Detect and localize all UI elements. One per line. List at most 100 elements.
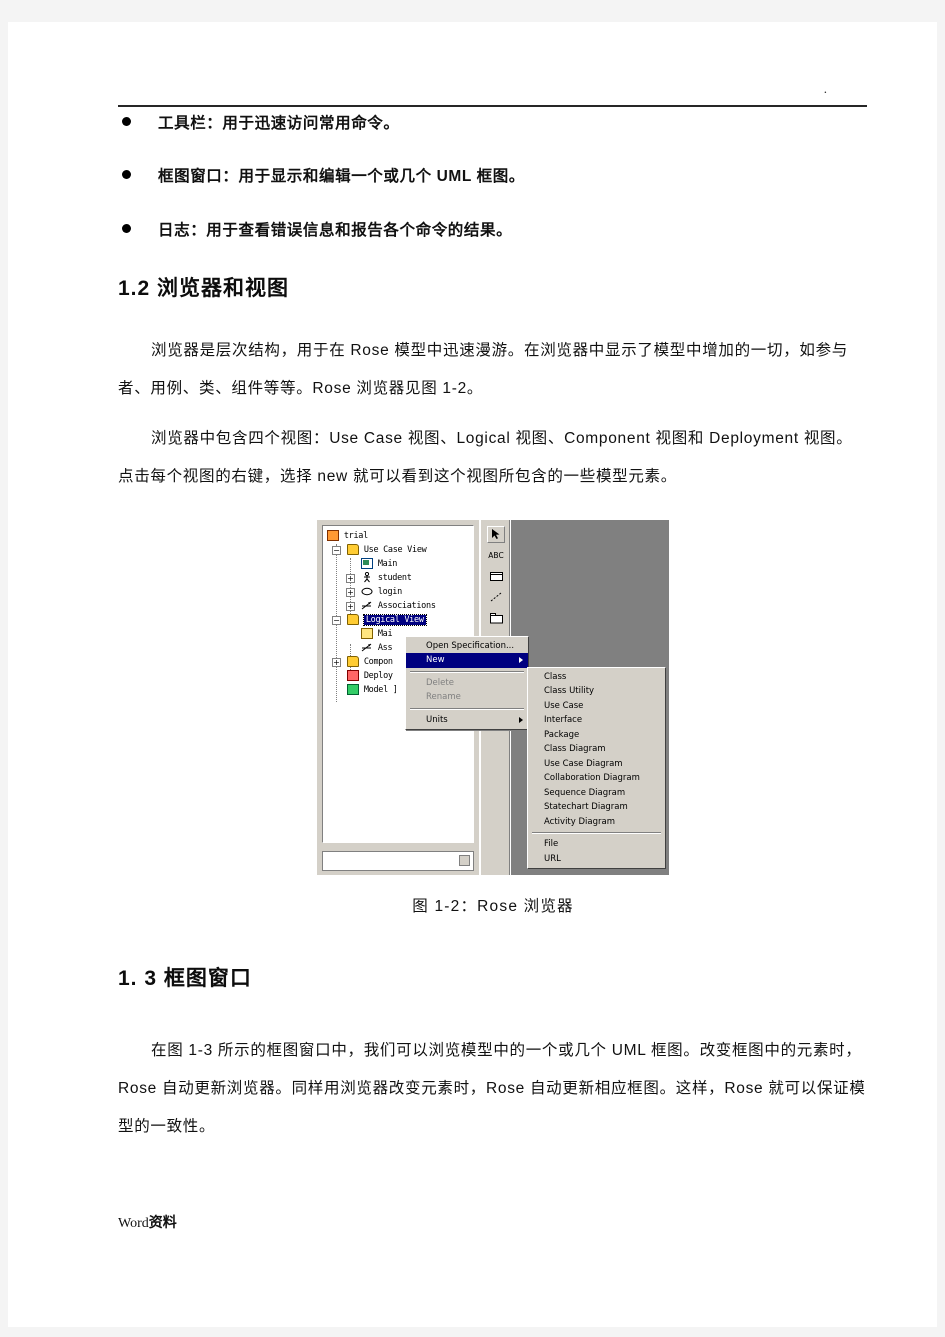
menu-item-rename: Rename <box>406 690 528 705</box>
tree-node-label: Deploy <box>363 670 393 681</box>
tree-expander-expand[interactable]: + <box>332 657 341 667</box>
list-item: 工具栏：用于迅速访问常用命令。 <box>118 112 868 135</box>
footer-prefix: Word <box>118 1216 149 1231</box>
submenu-item-interface[interactable]: Interface <box>528 713 665 728</box>
menu-item-label: Delete <box>426 677 454 688</box>
submenu-item-sequence-diagram[interactable]: Sequence Diagram <box>528 786 665 801</box>
section-heading-1-3: 1. 3 框图窗口 <box>118 966 252 990</box>
menu-item-label: Open Specification... <box>426 640 515 651</box>
menu-item-label: New <box>426 655 445 666</box>
tree-node-label: Logical View <box>362 613 427 626</box>
submenu-item-package[interactable]: Package <box>528 728 665 743</box>
tree-node-login[interactable]: login <box>361 585 402 600</box>
tree-node-label: Compon <box>363 656 393 667</box>
paragraph-1-2-1: 浏览器是层次结构，用于在 Rose 模型中迅速漫游。在浏览器中显示了模型中增加的… <box>118 341 848 397</box>
actor-icon <box>361 571 373 583</box>
new-submenu[interactable]: Class Class Utility Use Case Interface P… <box>527 666 666 870</box>
submenu-item-collaboration-diagram[interactable]: Collaboration Diagram <box>528 771 665 786</box>
tree-node-deployment-view[interactable]: Deploy <box>347 669 393 684</box>
package-icon[interactable] <box>487 610 505 627</box>
submenu-item-statechart-diagram[interactable]: Statechart Diagram <box>528 800 665 815</box>
tree-node-logical-main[interactable]: Mai <box>361 627 393 642</box>
tree-expander-collapse[interactable]: − <box>332 545 341 555</box>
section-heading-1-2: 1.2 浏览器和视图 <box>118 276 290 300</box>
menu-item-new[interactable]: New <box>406 653 528 668</box>
tree-expander-expand[interactable]: + <box>346 587 355 597</box>
actor-glyph <box>364 571 370 582</box>
menu-item-label: Use Case <box>544 700 584 711</box>
menu-item-label: Interface <box>544 715 583 726</box>
folder-icon <box>347 543 359 555</box>
submenu-item-use-case-diagram[interactable]: Use Case Diagram <box>528 757 665 772</box>
document-content: 工具栏：用于迅速访问常用命令。 框图窗口：用于显示和编辑一个或几个 UML 框图… <box>118 112 868 1146</box>
tree-node-logical-associations[interactable]: Ass <box>361 641 393 656</box>
menu-item-label: Class Utility <box>544 686 595 697</box>
class-diagram-icon <box>361 627 373 639</box>
status-resize-box[interactable] <box>459 854 470 866</box>
component-icon <box>347 669 359 681</box>
submenu-arrow-icon <box>519 716 523 723</box>
document-page: . 工具栏：用于迅速访问常用命令。 框图窗口：用于显示和编辑一个或几个 UML … <box>8 22 937 1327</box>
rose-browser-screenshot: trial − Use Case View Main + student + l… <box>317 519 669 875</box>
bullet-dot-icon <box>122 223 131 233</box>
menu-item-delete: Delete <box>406 676 528 691</box>
page-header: . <box>8 22 937 108</box>
menu-item-label: File <box>544 839 559 850</box>
list-item: 框图窗口：用于显示和编辑一个或几个 UML 框图。 <box>118 165 868 188</box>
usecase-icon <box>361 586 373 597</box>
tree-node-model-properties[interactable]: Model ] <box>347 683 398 698</box>
anchor-note-line-icon[interactable] <box>487 589 505 606</box>
selection-arrow-icon[interactable] <box>487 525 505 543</box>
association-icon <box>361 600 373 611</box>
submenu-item-activity-diagram[interactable]: Activity Diagram <box>528 815 665 830</box>
note-icon[interactable] <box>487 568 505 585</box>
tree-node-label: Mai <box>377 628 393 639</box>
figure-caption: 图 1-2：Rose 浏览器 <box>412 897 574 915</box>
tree-node-student[interactable]: student <box>361 571 412 586</box>
menu-item-label: Collaboration Diagram <box>544 773 640 784</box>
tree-node-label: Model ] <box>363 684 398 695</box>
tree-node-associations[interactable]: Associations <box>361 599 436 614</box>
diagram-icon <box>361 557 373 569</box>
tree-node-component-view[interactable]: Compon <box>347 655 393 670</box>
tree-expander-expand[interactable]: + <box>346 573 355 583</box>
submenu-item-url[interactable]: URL <box>528 852 665 867</box>
menu-item-label: URL <box>544 853 561 864</box>
text-abc-icon[interactable]: ABC <box>487 547 505 564</box>
submenu-item-use-case[interactable]: Use Case <box>528 699 665 714</box>
arrow-glyph <box>491 529 499 540</box>
tree-node-label: Use Case View <box>363 544 427 555</box>
tree-node-use-case-view[interactable]: Use Case View <box>347 543 427 558</box>
folder-icon <box>347 613 359 625</box>
submenu-arrow-icon <box>519 657 523 664</box>
association-icon <box>361 642 373 653</box>
list-item-text: 框图窗口：用于显示和编辑一个或几个 UML 框图。 <box>158 168 525 186</box>
context-menu[interactable]: Open Specification... New Delete Rename <box>405 635 529 731</box>
rose-status-bar <box>322 850 474 871</box>
tree-node-trial[interactable]: trial <box>327 529 368 544</box>
list-item-text: 工具栏：用于迅速访问常用命令。 <box>158 115 400 132</box>
tree-node-main[interactable]: Main <box>361 557 397 572</box>
header-mark: . <box>823 81 827 96</box>
paragraph-1-3-1: 在图 1-3 所示的框图窗口中，我们可以浏览模型中的一个或几个 UML 框图。改… <box>118 1041 866 1135</box>
submenu-item-class-utility[interactable]: Class Utility <box>528 684 665 699</box>
submenu-item-class[interactable]: Class <box>528 670 665 685</box>
tree-expander-collapse[interactable]: − <box>332 615 341 625</box>
figure-1-2: trial − Use Case View Main + student + l… <box>118 519 868 916</box>
tree-node-label: Ass <box>377 642 393 653</box>
bullet-dot-icon <box>122 170 131 180</box>
menu-item-units[interactable]: Units <box>406 713 528 728</box>
model-properties-icon <box>347 683 359 695</box>
tree-node-logical-view[interactable]: Logical View <box>347 613 427 628</box>
menu-item-open-specification[interactable]: Open Specification... <box>406 639 528 654</box>
submenu-item-class-diagram[interactable]: Class Diagram <box>528 742 665 757</box>
tree-expander-expand[interactable]: + <box>346 601 355 611</box>
footer-suffix: 资料 <box>148 1214 177 1230</box>
bullet-dot-icon <box>122 117 131 126</box>
package-glyph <box>489 612 503 624</box>
menu-separator <box>410 670 524 673</box>
submenu-item-file[interactable]: File <box>528 837 665 852</box>
menu-item-label: Use Case Diagram <box>544 758 623 769</box>
list-item: 日志：用于查看错误信息和报告各个命令的结果。 <box>118 219 868 242</box>
note-glyph <box>489 572 503 582</box>
